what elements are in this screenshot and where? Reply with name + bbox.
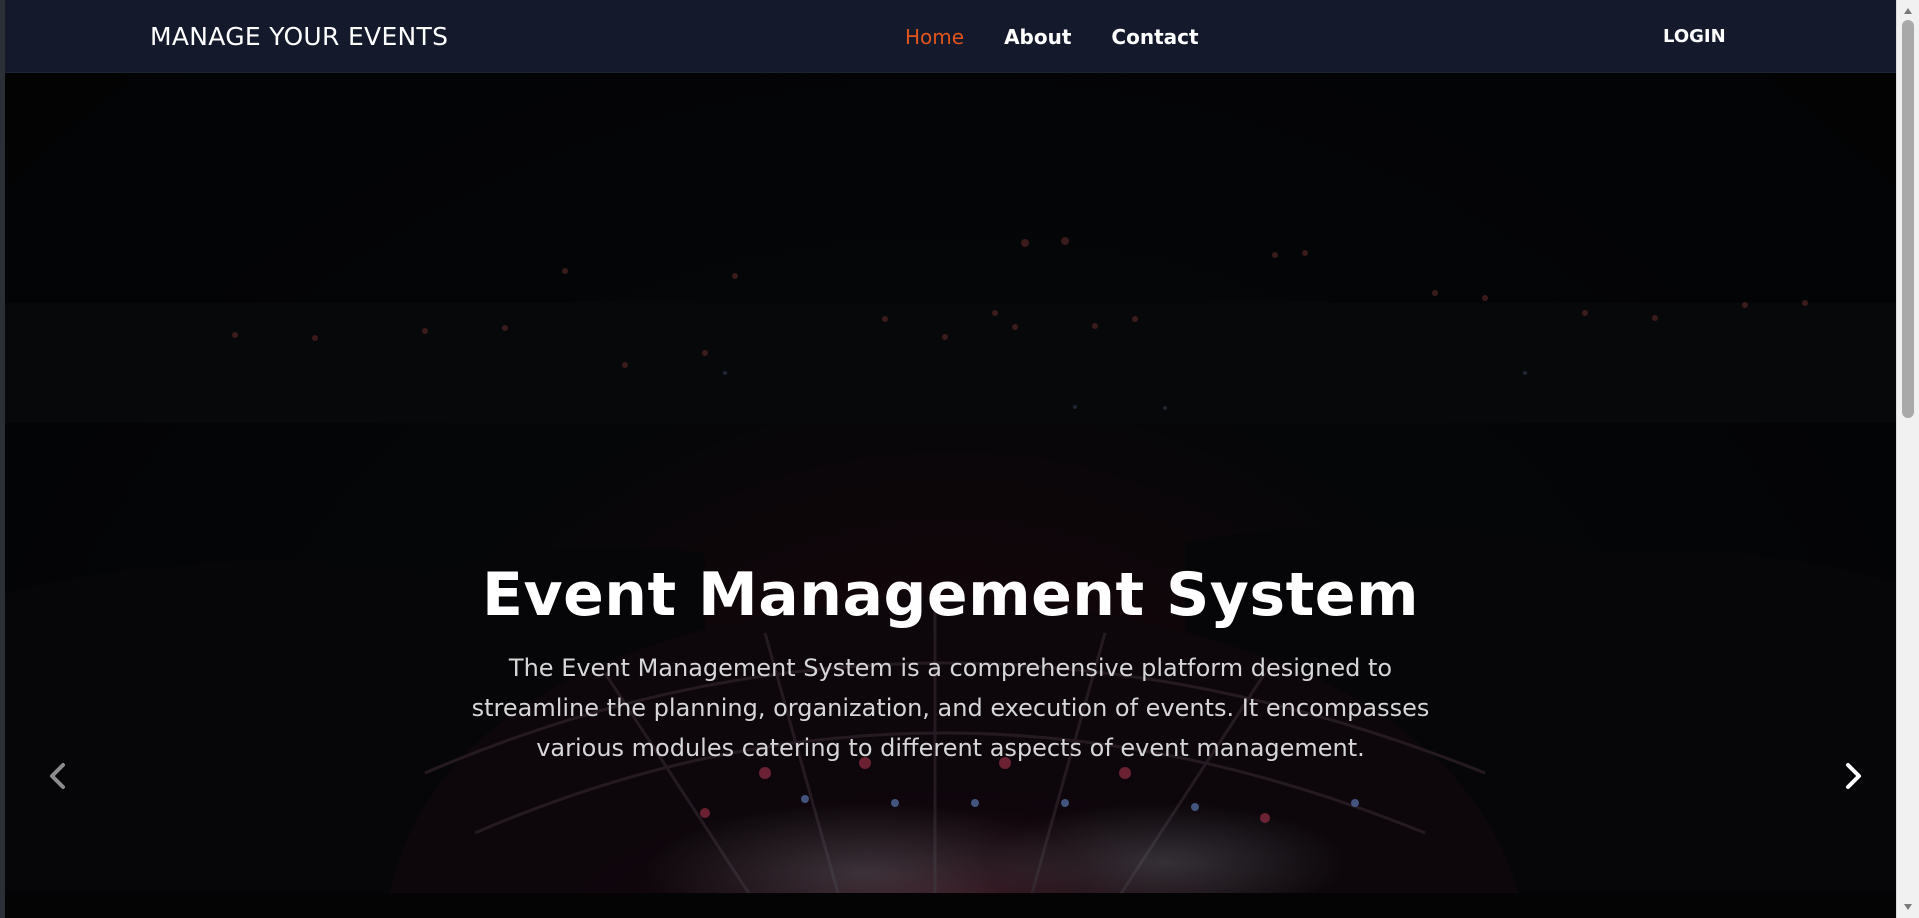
nav-links: Home About Contact bbox=[905, 25, 1199, 49]
brand-logo[interactable]: MANAGE YOUR EVENTS bbox=[150, 22, 448, 51]
scroll-down-arrow-icon[interactable] bbox=[1897, 898, 1919, 916]
navbar: MANAGE YOUR EVENTS Home About Contact LO… bbox=[5, 0, 1896, 73]
nav-link-home[interactable]: Home bbox=[905, 25, 964, 49]
hero-title: Event Management System bbox=[481, 560, 1420, 630]
hero-description: The Event Management System is a compreh… bbox=[471, 654, 1430, 762]
vertical-scrollbar[interactable] bbox=[1896, 0, 1919, 918]
login-button[interactable]: LOGIN bbox=[1663, 26, 1726, 47]
carousel-next-button[interactable] bbox=[1833, 756, 1873, 796]
nav-link-about[interactable]: About bbox=[1004, 25, 1071, 49]
hero-carousel: Event Management System The Event Manage… bbox=[5, 73, 1896, 918]
chevron-right-icon bbox=[1846, 763, 1861, 789]
hero-background-image bbox=[5, 73, 1896, 918]
carousel-prev-button[interactable] bbox=[38, 756, 78, 796]
browser-window: MANAGE YOUR EVENTS Home About Contact LO… bbox=[0, 0, 1919, 918]
carousel-caption: Event Management System The Event Manage… bbox=[5, 560, 1896, 768]
chevron-left-icon bbox=[50, 763, 65, 789]
scroll-up-arrow-icon[interactable] bbox=[1897, 2, 1919, 20]
scrollbar-thumb[interactable] bbox=[1902, 20, 1914, 418]
nav-link-contact[interactable]: Contact bbox=[1111, 25, 1198, 49]
